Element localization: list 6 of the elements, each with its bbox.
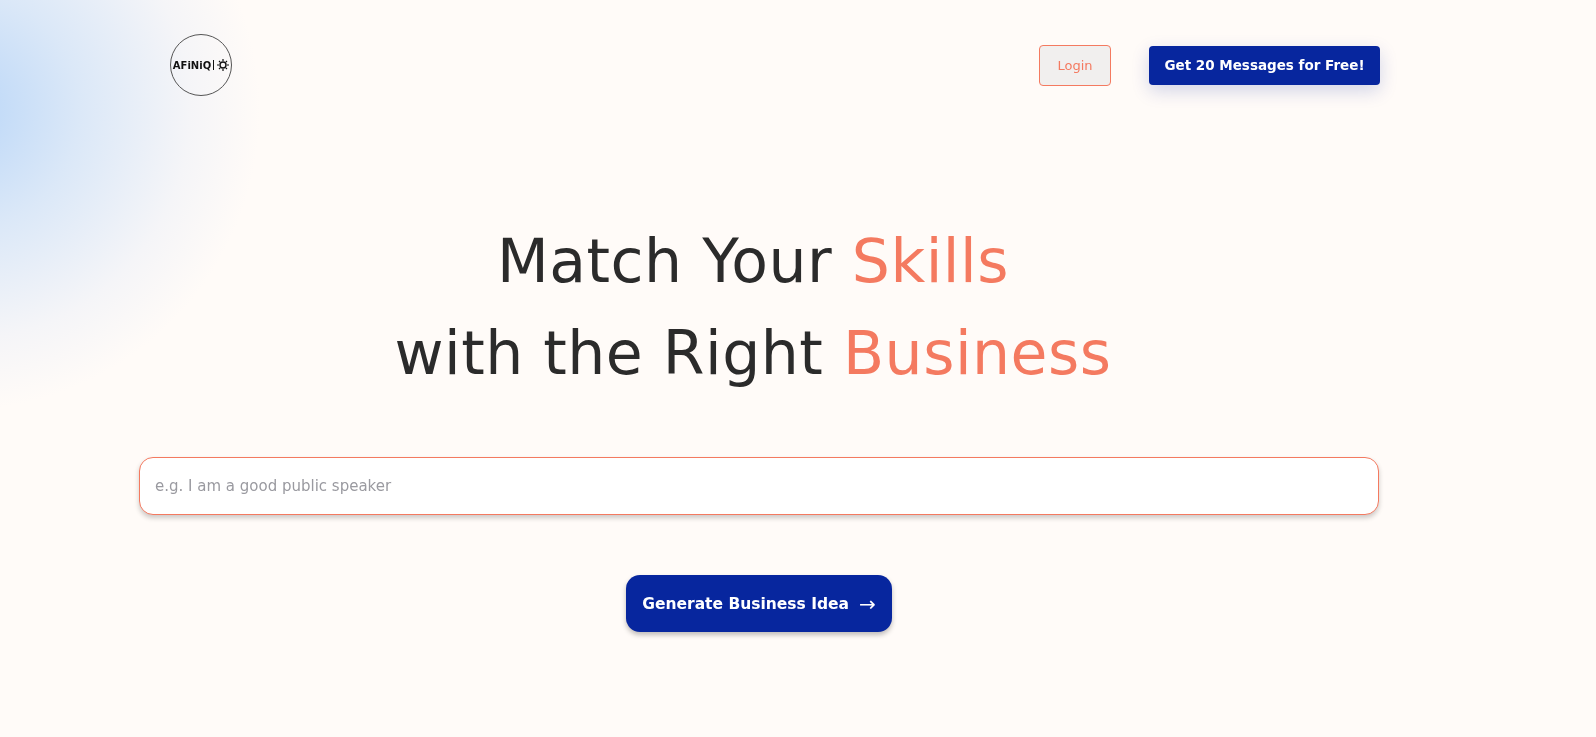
headline: with the Right Business bbox=[394, 317, 1112, 390]
free-messages-button[interactable]: Get 20 Messages for Free! bbox=[1149, 45, 1380, 85]
logo-text: AFiNiQ bbox=[172, 59, 212, 71]
skills-input-field[interactable]: e.g. I am a good public speaker bbox=[139, 457, 1379, 515]
generate-business-idea-button[interactable]: Generate Business Idea → bbox=[626, 575, 892, 632]
headline: Match Your Skills bbox=[497, 225, 1009, 298]
